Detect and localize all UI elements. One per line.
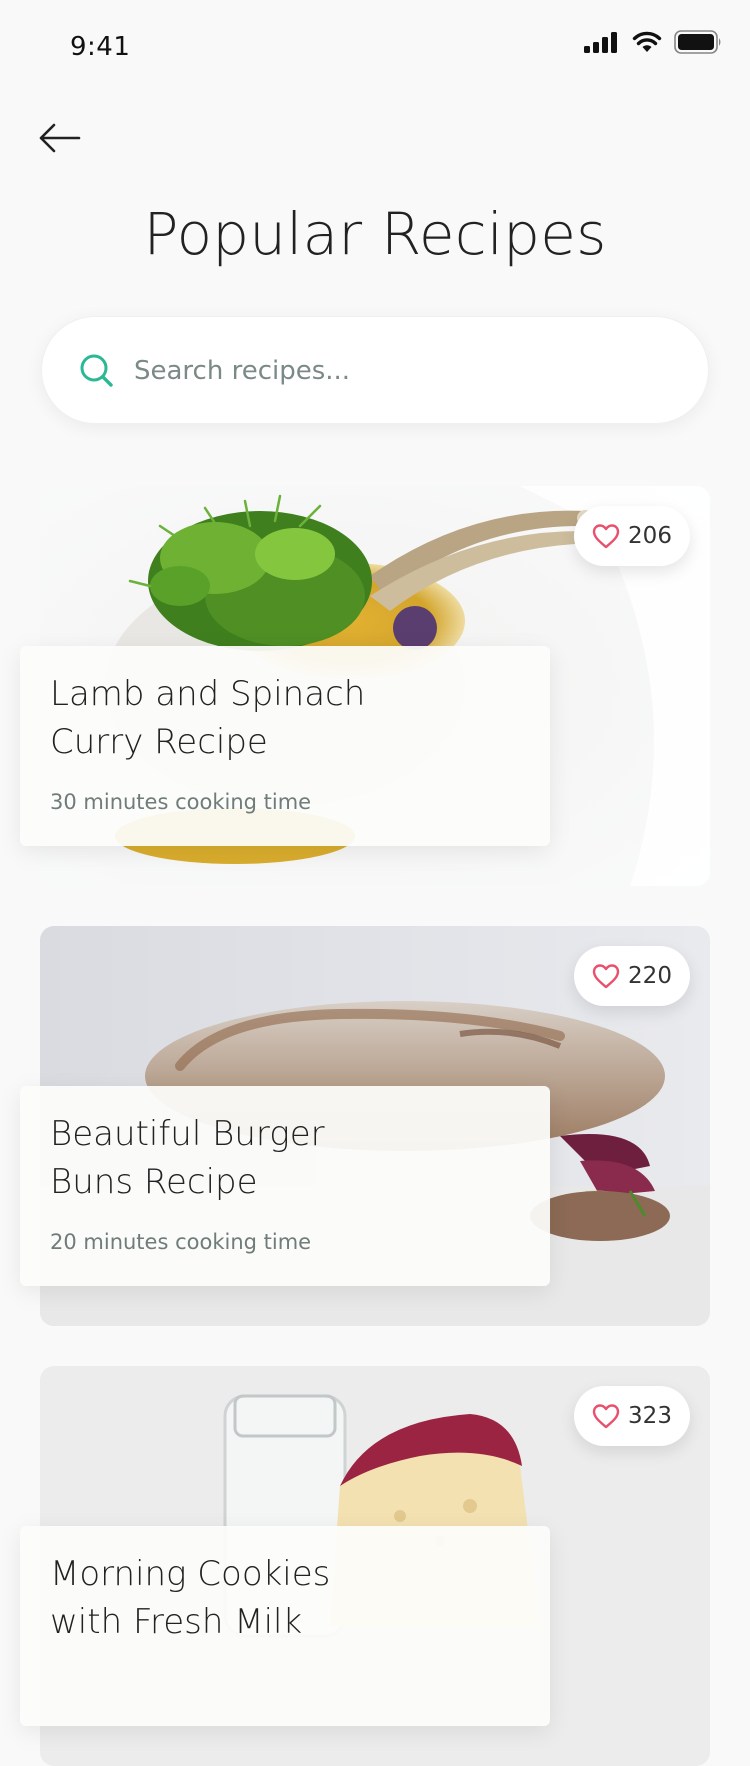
heart-icon <box>592 1404 620 1429</box>
wifi-icon <box>632 31 662 52</box>
search-box[interactable] <box>41 316 709 424</box>
status-icons <box>584 30 722 54</box>
signal-icon <box>584 32 617 53</box>
recipe-card[interactable]: 323 Morning Cookies with Fresh Milk <box>20 1366 710 1766</box>
battery-icon <box>674 30 721 54</box>
recipe-card[interactable]: 220 Beautiful Burger Buns Recipe 20 minu… <box>20 926 710 1326</box>
like-button[interactable]: 220 <box>574 946 690 1006</box>
like-count: 220 <box>628 963 672 989</box>
arrow-left-icon <box>39 123 81 153</box>
recipe-cooking-time: 20 minutes cooking time <box>50 1230 312 1254</box>
recipe-cooking-time: 30 minutes cooking time <box>50 790 312 814</box>
recipe-title: Morning Cookies with Fresh Milk <box>50 1554 331 1642</box>
recipe-title: Beautiful Burger Buns Recipe <box>50 1114 325 1202</box>
back-button[interactable] <box>36 118 86 158</box>
search-icon <box>80 354 113 387</box>
status-bar: 9:41 <box>0 0 750 90</box>
recipe-info-panel: Beautiful Burger Buns Recipe 20 minutes … <box>20 1086 550 1286</box>
like-count: 323 <box>628 1403 672 1429</box>
recipe-card[interactable]: 206 Lamb and Spinach Curry Recipe 30 min… <box>20 486 710 886</box>
like-button[interactable]: 206 <box>574 506 690 566</box>
status-time: 9:41 <box>70 32 131 62</box>
recipe-info-panel: Lamb and Spinach Curry Recipe 30 minutes… <box>20 646 550 846</box>
heart-icon <box>592 964 620 989</box>
recipe-info-panel: Morning Cookies with Fresh Milk <box>20 1526 550 1726</box>
search-input[interactable] <box>132 347 656 395</box>
heart-icon <box>592 524 620 549</box>
recipe-title: Lamb and Spinach Curry Recipe <box>50 674 366 762</box>
like-button[interactable]: 323 <box>574 1386 690 1446</box>
like-count: 206 <box>628 523 672 549</box>
page-title: Popular Recipes <box>143 200 607 268</box>
